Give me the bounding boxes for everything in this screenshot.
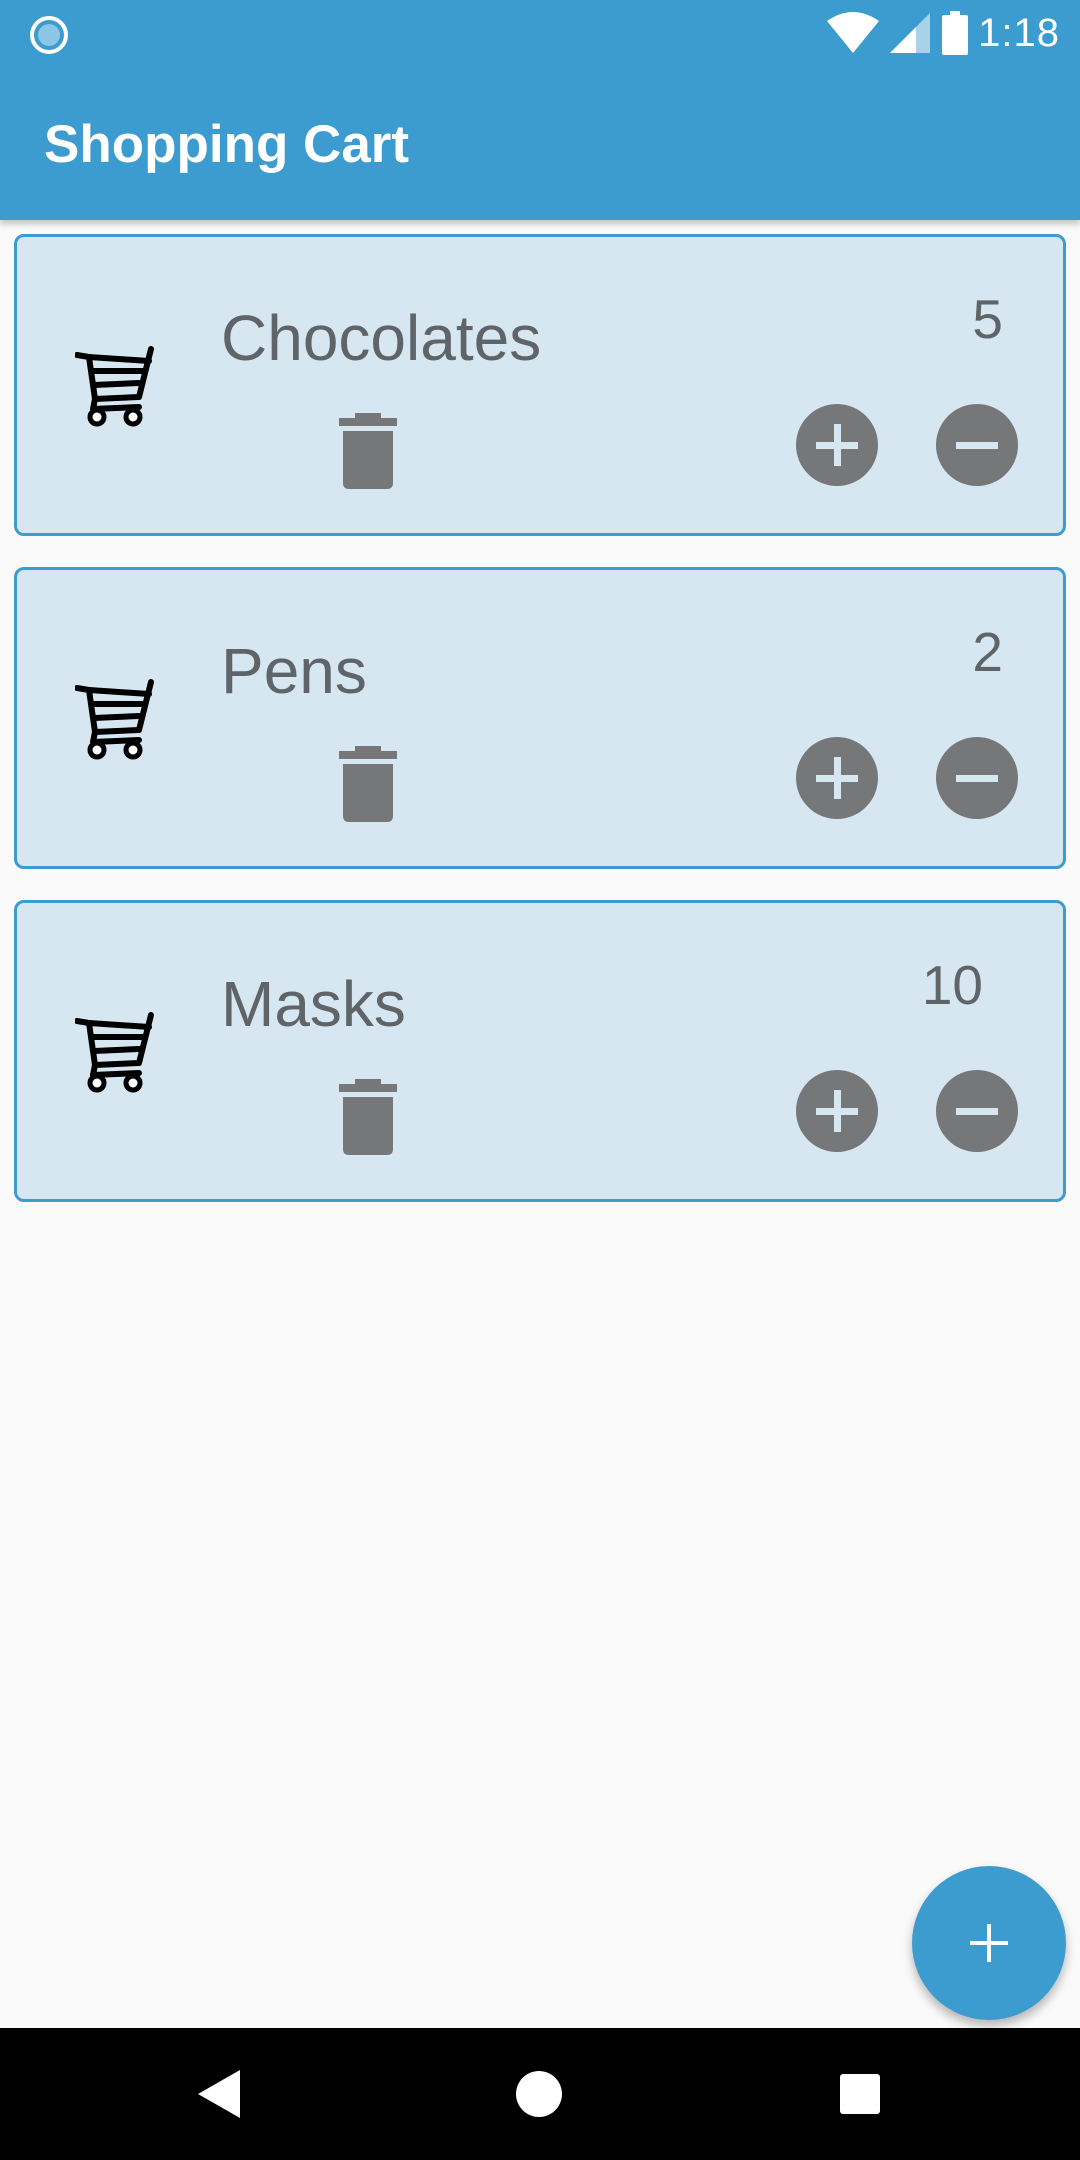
home-icon[interactable] bbox=[497, 2052, 581, 2136]
item-name: Masks bbox=[221, 968, 406, 1040]
minus-icon bbox=[956, 442, 998, 449]
status-icons: 1:18 bbox=[826, 6, 1060, 60]
minus-icon bbox=[956, 775, 998, 782]
page-title: Shopping Cart bbox=[44, 115, 410, 174]
delete-icon[interactable] bbox=[337, 746, 399, 822]
shopping-cart-icon bbox=[75, 346, 154, 427]
plus-icon bbox=[816, 1090, 858, 1132]
shopping-cart-icon bbox=[75, 1012, 154, 1093]
app-bar: Shopping Cart bbox=[0, 66, 1080, 220]
increase-quantity-button[interactable] bbox=[796, 1070, 878, 1152]
wifi-icon bbox=[827, 12, 880, 53]
back-icon[interactable] bbox=[178, 2052, 262, 2136]
plus-icon bbox=[816, 424, 858, 466]
delete-icon[interactable] bbox=[337, 1079, 399, 1155]
cell-signal-icon bbox=[890, 13, 931, 53]
item-quantity: 2 bbox=[972, 621, 1003, 683]
item-quantity: 10 bbox=[921, 954, 983, 1016]
cart-list: Chocolates 5 Pens 2 Masks 10 bbox=[14, 234, 1066, 1233]
item-name: Chocolates bbox=[221, 302, 542, 374]
battery-icon bbox=[942, 11, 969, 55]
minus-icon bbox=[956, 1108, 998, 1115]
recents-icon[interactable] bbox=[818, 2052, 902, 2136]
delete-icon[interactable] bbox=[337, 413, 399, 489]
add-item-button[interactable] bbox=[912, 1866, 1066, 2020]
plus-icon bbox=[970, 1924, 1008, 1962]
navigation-bar bbox=[0, 2028, 1080, 2160]
cart-item: Masks 10 bbox=[14, 900, 1066, 1202]
cart-item: Chocolates 5 bbox=[14, 234, 1066, 536]
status-bar: 1:18 bbox=[0, 0, 1080, 66]
increase-quantity-button[interactable] bbox=[796, 404, 878, 486]
decrease-quantity-button[interactable] bbox=[936, 1070, 1018, 1152]
plus-icon bbox=[816, 757, 858, 799]
increase-quantity-button[interactable] bbox=[796, 737, 878, 819]
shopping-cart-icon bbox=[75, 679, 154, 760]
item-name: Pens bbox=[221, 635, 367, 707]
decrease-quantity-button[interactable] bbox=[936, 737, 1018, 819]
decrease-quantity-button[interactable] bbox=[936, 404, 1018, 486]
item-quantity: 5 bbox=[972, 288, 1003, 350]
cart-item: Pens 2 bbox=[14, 567, 1066, 869]
notification-circle-icon bbox=[30, 16, 68, 54]
status-time: 1:18 bbox=[978, 10, 1060, 55]
